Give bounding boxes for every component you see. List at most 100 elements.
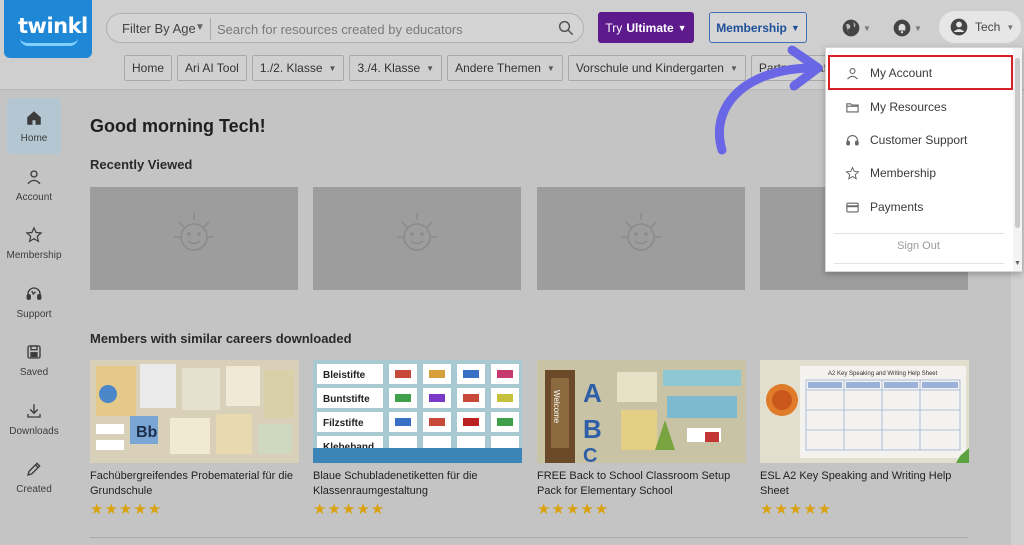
category-label: 1./2. Klasse [259, 61, 323, 75]
menu-item-membership[interactable]: Membership [826, 157, 1014, 189]
credit-card-icon [846, 202, 859, 212]
sidebar: Home Account Membership Support Saved Do… [0, 91, 68, 545]
recently-viewed-heading: Recently Viewed [90, 157, 193, 172]
resource-thumbnail[interactable]: A2 Key Speaking and Writing Help Sheet [760, 360, 969, 463]
age-filter-dropdown[interactable]: Filter By Age [122, 21, 196, 36]
try-ultimate-prefix: Try [605, 20, 623, 35]
greeting-heading: Good morning Tech! [90, 116, 266, 136]
sidebar-item-label: Home [20, 132, 48, 144]
star-icon [845, 165, 860, 180]
category-ari-ai-tool[interactable]: Ari AI Tool [177, 55, 247, 81]
sidebar-item-saved[interactable]: Saved [7, 332, 61, 388]
scroll-down-arrow-icon[interactable]: ▼ [1014, 260, 1021, 267]
sidebar-item-label: Created [16, 483, 52, 495]
notifications-button[interactable]: ▼ [892, 17, 922, 39]
resource-title[interactable]: ESL A2 Key Speaking and Writing Help She… [760, 469, 969, 499]
membership-button[interactable]: Membership ▼ [709, 12, 807, 43]
thumb-label: Buntstifte [323, 394, 370, 405]
headset-icon [846, 134, 859, 145]
category-home[interactable]: Home [124, 55, 173, 81]
sidebar-item-label: Saved [19, 366, 49, 378]
sidebar-item-account[interactable]: Account [7, 157, 61, 213]
menu-item-payments[interactable]: Payments [826, 191, 1014, 223]
resource-title[interactable]: Fachübergreifendes Probematerial für die… [90, 469, 299, 499]
menu-item-my-resources[interactable]: My Resources [826, 91, 1014, 123]
scrollbar-thumb[interactable] [1015, 58, 1020, 228]
menu-item-label: My Resources [870, 100, 947, 114]
menu-item-label: Payments [870, 200, 924, 214]
star-rating: ★★★★★ [90, 501, 163, 518]
download-icon [27, 403, 41, 418]
user-name: Tech [975, 20, 1001, 34]
resource-thumbnail[interactable]: Welcome A B C [537, 360, 746, 463]
chevron-down-icon: ▼ [546, 63, 555, 73]
recently-viewed-card[interactable] [90, 187, 298, 290]
try-ultimate-button[interactable]: Try Ultimate ▼ [598, 12, 694, 43]
section-divider [90, 537, 968, 538]
sidebar-item-label: Support [16, 308, 52, 320]
drawer-labels-image: Bleistifte Buntstifte Filzstifte Klebeba… [313, 364, 522, 463]
resource-card[interactable]: Welcome A B C FREE Back to School Classr… [537, 360, 746, 518]
resource-thumbnail[interactable]: Bleistifte Buntstifte Filzstifte Klebeba… [313, 360, 522, 463]
chevron-down-icon: ▼ [914, 23, 922, 33]
thumb-letter: B [583, 414, 602, 444]
sidebar-item-support[interactable]: Support [7, 274, 61, 330]
category-klasse-1-2[interactable]: 1./2. Klasse ▼ [251, 55, 345, 81]
sidebar-item-membership[interactable]: Membership [6, 215, 62, 271]
caret-down-icon: ▼ [677, 22, 687, 33]
resource-title[interactable]: Blaue Schubladenetiketten für die Klasse… [313, 469, 522, 499]
worksheet-collage-image: Bb [96, 364, 294, 454]
language-button[interactable]: ▼ [841, 17, 871, 39]
search-icon[interactable] [557, 19, 575, 37]
help-sheet-image: A2 Key Speaking and Writing Help Sheet [760, 360, 969, 463]
sidebar-item-created[interactable]: Created [7, 449, 61, 505]
chevron-down-icon: ▼ [863, 23, 871, 33]
resource-title[interactable]: FREE Back to School Classroom Setup Pack… [537, 469, 746, 499]
highlight-box [828, 55, 1013, 90]
logo-swoosh [20, 38, 78, 46]
sidebar-item-label: Account [15, 191, 53, 203]
star-rating: ★★★★★ [537, 501, 610, 518]
resource-card[interactable]: Bleistifte Buntstifte Filzstifte Klebeba… [313, 360, 522, 518]
category-label: Home [132, 61, 165, 75]
star-rating: ★★★★★ [313, 501, 386, 518]
recently-viewed-card[interactable] [313, 187, 521, 290]
dropdown-scrollbar[interactable]: ▼ [1013, 48, 1022, 271]
pencil-icon [26, 461, 41, 476]
search-bar: Filter By Age ▼ [106, 13, 584, 43]
resource-card[interactable]: A2 Key Speaking and Writing Help Sheet E… [760, 360, 969, 518]
chevron-down-icon: ▼ [328, 63, 337, 73]
menu-item-label: Membership [870, 166, 937, 180]
folder-icon [846, 102, 859, 112]
try-ultimate-label: Ultimate [626, 20, 674, 35]
thumb-label: A2 Key Speaking and Writing Help Sheet [828, 371, 938, 377]
sign-out-link[interactable]: Sign Out [826, 240, 1011, 252]
category-andere-themen[interactable]: Andere Themen ▼ [447, 55, 563, 81]
similar-downloads-heading: Members with similar careers downloaded [90, 331, 352, 346]
annotation-arrow-icon [714, 45, 823, 155]
menu-divider [834, 233, 1004, 234]
search-input[interactable] [217, 18, 537, 40]
category-label: Andere Themen [455, 61, 541, 75]
sun-placeholder-icon [174, 213, 214, 251]
thumb-label: Filzstifte [323, 418, 364, 429]
chevron-down-icon: ▼ [195, 22, 205, 33]
twinkl-logo[interactable]: twinkl [4, 0, 92, 58]
chevron-down-icon: ▼ [426, 63, 435, 73]
membership-label: Membership [716, 20, 787, 35]
sidebar-item-home[interactable]: Home [7, 98, 61, 154]
caret-down-icon: ▼ [790, 22, 800, 33]
user-dropdown-menu: My Account My Resources Customer Support… [825, 47, 1022, 272]
user-icon [27, 169, 41, 184]
sidebar-item-downloads[interactable]: Downloads [7, 391, 61, 447]
sidebar-item-label: Membership [6, 249, 62, 261]
thumb-letter: A [583, 378, 602, 408]
user-menu-button[interactable]: Tech ▼ [939, 11, 1021, 43]
resource-card[interactable]: Bb Fachübergreifendes Probematerial für … [90, 360, 299, 518]
thumb-letter: C [583, 445, 597, 463]
menu-item-customer-support[interactable]: Customer Support [826, 124, 1014, 156]
recently-viewed-card[interactable] [537, 187, 745, 290]
resource-thumbnail[interactable]: Bb [90, 360, 299, 463]
category-klasse-3-4[interactable]: 3./4. Klasse ▼ [349, 55, 443, 81]
avatar-icon [950, 18, 968, 36]
